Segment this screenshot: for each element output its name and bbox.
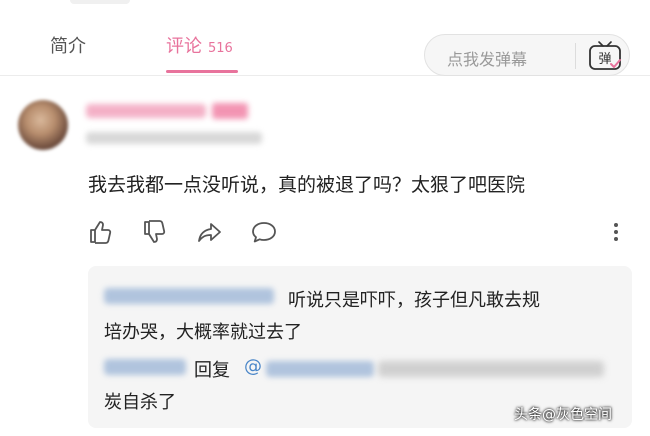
danmaku-placeholder: 点我发弹幕 <box>447 50 528 69</box>
danmaku-input[interactable]: 点我发弹幕 弹 <box>424 34 630 76</box>
reply-author-redacted[interactable] <box>104 359 186 375</box>
watermark: 头条@灰色空间 <box>514 407 612 423</box>
level-badge-redacted <box>212 103 248 119</box>
reply-text-redacted <box>378 361 604 377</box>
danmaku-tv-icon[interactable]: 弹 <box>585 39 625 73</box>
reply-word: 回复 <box>194 360 230 381</box>
thumbs-up-icon[interactable] <box>86 218 114 246</box>
tab-bar: 简介 评论 516 点我发弹幕 弹 <box>0 12 650 76</box>
mention-redacted[interactable] <box>266 361 374 377</box>
top-strip <box>0 0 650 12</box>
comment-meta-redacted <box>86 132 262 144</box>
mention-at[interactable]: @ <box>244 356 262 377</box>
reply-bubble-icon[interactable] <box>250 218 278 246</box>
danmaku-divider <box>575 43 576 69</box>
danmaku-icon-label: 弹 <box>598 52 611 67</box>
comment-actions <box>86 218 626 248</box>
tab-intro[interactable]: 简介 <box>50 32 86 58</box>
reply-author-redacted[interactable] <box>104 288 274 304</box>
avatar[interactable] <box>18 100 68 150</box>
share-icon[interactable] <box>196 218 224 246</box>
tab-comments-label: 评论 <box>166 36 202 57</box>
tab-comments[interactable]: 评论 516 <box>166 32 233 58</box>
thumbs-down-icon[interactable] <box>140 218 168 246</box>
active-tab-indicator <box>166 70 238 73</box>
reply-text-line1: 听说只是吓吓，孩子但凡敢去规 <box>288 290 540 311</box>
more-vertical-icon[interactable] <box>608 218 624 246</box>
comments-count: 516 <box>208 41 233 56</box>
reply-text-line2: 培办哭，大概率就过去了 <box>104 322 302 343</box>
reply-text-line2: 炭自杀了 <box>104 392 176 413</box>
comment-text: 我去我都一点没听说，真的被退了吗？太狠了吧医院 <box>88 174 526 196</box>
username-redacted[interactable] <box>86 104 206 118</box>
